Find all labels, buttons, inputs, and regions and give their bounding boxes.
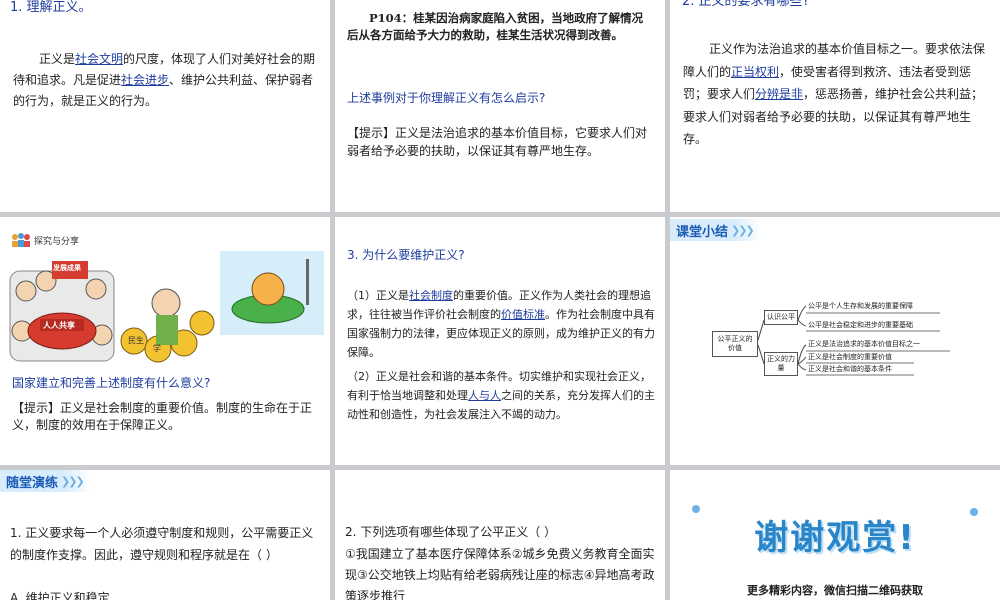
slide-explore-share[interactable]: 探究与分享 发展成果 人人共享 民生 学 国家建立和完善上述制度有什么意义? 【… [0, 217, 330, 465]
case-question: 上述事例对于你理解正义有怎么启示? [347, 91, 546, 105]
explore-question: 国家建立和完善上述制度有什么意义? [12, 376, 211, 390]
sunflower-text: 学 [153, 344, 161, 353]
keyword-link[interactable]: 价值标准 [501, 308, 545, 321]
point-one: （1）正义是社会制度的重要价值。正义作为人类社会的理想追求，往往被当作评价社会制… [347, 286, 657, 362]
mind-map-leaf: 公平是个人生存和发展的重要保障 [808, 302, 913, 310]
slide-case-study[interactable]: P104：桂某因治病家庭陷入贫困，当地政府了解情况后从各方面给予大力的救助，桂某… [335, 0, 665, 212]
sunflower-text: 民生 [128, 336, 144, 345]
banner-text: 人人共享 [43, 321, 75, 330]
slide-heading: 1. 理解正义。 [10, 0, 92, 15]
explore-header: 探究与分享 [11, 233, 79, 247]
answer-options: ①我国建立了基本医疗保障体系②城乡免费义务教育全面实现③公交地铁上均贴有给老弱病… [345, 547, 655, 600]
case-text: P104：桂某因治病家庭陷入贫困，当地政府了解情况后从各方面给予大力的救助，桂某… [347, 11, 644, 42]
slide-thanks[interactable]: 谢谢观赏! 更多精彩内容，微信扫描二维码获取 [670, 470, 1000, 600]
tip-text: 【提示】正义是法治追求的基本价值目标，它要求人们对弱者给予必要的扶助，以保证其有… [347, 124, 653, 160]
mind-map-branch: 认识公平 [764, 310, 798, 325]
mind-map-branch: 正义的力量 [764, 352, 798, 376]
tip-text: 【提示】正义是社会制度的重要价值。制度的生命在于正义，制度的效用在于保障正义。 [12, 400, 322, 434]
keyword-link[interactable]: 正当权利 [731, 65, 779, 79]
mind-map-leaf: 公平是社会稳定和进步的重要基础 [808, 321, 913, 329]
banner-text: 发展成果 [53, 264, 81, 272]
mind-map-leaf: 正义是社会制度的重要价值 [808, 353, 892, 361]
keyword-link[interactable]: 社会制度 [409, 289, 453, 302]
keyword-link[interactable]: 分辨是非 [755, 87, 803, 101]
slide-paragraph: 正义是社会文明的尺度，体现了人们对美好社会的期待和追求。凡是促进社会进步、维护公… [13, 49, 319, 112]
slide-paragraph: 正义作为法治追求的基本价值目标之一。要求依法保障人们的正当权利，使受害者得到救济… [683, 38, 989, 151]
chevron-right-icon: ❯❯❯ [61, 474, 85, 488]
answer-option[interactable]: A. 维护正义和稳定 [10, 588, 110, 600]
keyword-link[interactable]: 人与人 [468, 389, 501, 402]
badge-label: 随堂演练 [6, 475, 59, 491]
explore-label: 探究与分享 [34, 236, 80, 247]
thanks-subtitle: 更多精彩内容，微信扫描二维码获取 [747, 584, 923, 597]
point-two: （2）正义是社会和谐的基本条件。切实维护和实现社会正义，有利于恰当地调整和处理人… [347, 367, 657, 424]
slide-practice-two[interactable]: 2. 下列选项有哪些体现了公平正义（ ） ①我国建立了基本医疗保障体系②城乡免费… [335, 470, 665, 600]
slide-why-maintain-justice[interactable]: 3. 为什么要维护正义? （1）正义是社会制度的重要价值。正义作为人类社会的理想… [335, 217, 665, 465]
slide-heading: 3. 为什么要维护正义? [347, 248, 465, 262]
slide-justice-requirements[interactable]: 2. 正义的要求有哪些? 正义作为法治追求的基本价值目标之一。要求依法保障人们的… [670, 0, 1000, 212]
slide-class-summary[interactable]: 课堂小结 ❯❯❯ 公平正义的价值 认识公平 正义的力量 公平是个人生存和发展的重要… [670, 217, 1000, 465]
keyword-link[interactable]: 社会文明 [75, 52, 123, 66]
mind-map-leaf: 正义是社会和谐的基本条件 [808, 365, 892, 373]
practice-question: 1. 正义要求每一个人必须遵守制度和规则，公平需要正义的制度作支撑。因此，遵守规… [10, 526, 314, 562]
people-icon [12, 233, 30, 247]
tip-label: 【提示】 [12, 401, 61, 415]
slide-practice-one[interactable]: 随堂演练 ❯❯❯ 1. 正义要求每一个人必须遵守制度和规则，公平需要正义的制度作支… [0, 470, 330, 600]
thanks-title: 谢谢观赏! [754, 518, 916, 558]
slide-understand-justice[interactable]: 1. 理解正义。 正义是社会文明的尺度，体现了人们对美好社会的期待和追求。凡是促… [0, 0, 330, 212]
tip-label: 【提示】 [347, 126, 396, 140]
mind-map-root: 公平正义的价值 [712, 331, 758, 357]
slide-heading: 2. 正义的要求有哪些? [682, 0, 810, 9]
practice-question: 2. 下列选项有哪些体现了公平正义（ ） [345, 525, 557, 539]
text-segment: 正义是 [39, 52, 76, 66]
mind-map-leaf: 正义是法治追求的基本价值目标之一 [808, 340, 920, 348]
keyword-link[interactable]: 社会进步 [121, 73, 169, 87]
text-segment: （1）正义是 [347, 289, 409, 302]
section-badge: 随堂演练 ❯❯❯ [0, 470, 91, 492]
